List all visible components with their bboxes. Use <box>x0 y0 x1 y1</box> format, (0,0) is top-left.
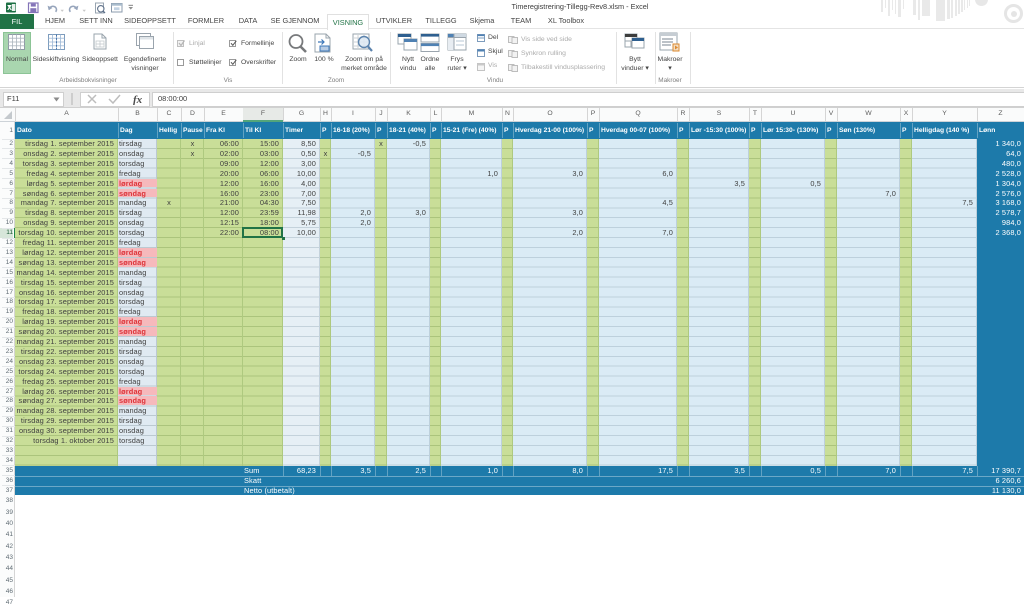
svg-text:fx: fx <box>133 94 143 105</box>
